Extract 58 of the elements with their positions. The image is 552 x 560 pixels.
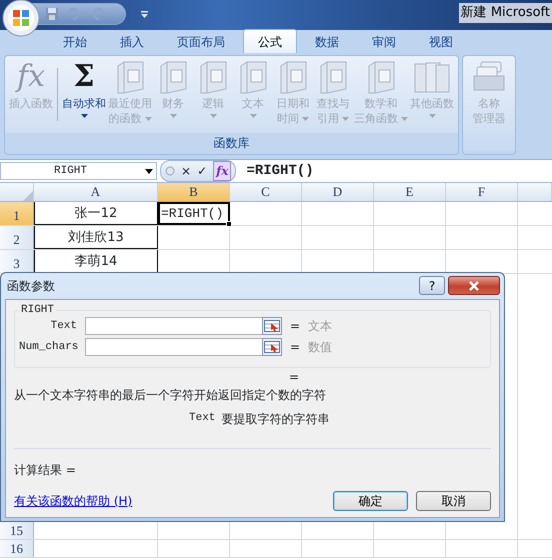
column-header[interactable]: C — [230, 183, 302, 201]
function-description: 从一个文本字符串的最后一个字符开始返回指定个数的字符 — [14, 387, 327, 404]
table-cell[interactable]: 张一12 — [34, 202, 158, 225]
ribbon-tab[interactable]: 页面布局 — [162, 29, 240, 53]
help-link[interactable]: 有关该函数的帮助 (H) — [14, 492, 132, 510]
group-label: 函数库 — [5, 133, 458, 154]
column-header[interactable]: F — [446, 183, 518, 201]
table-cell[interactable]: =RIGHT() — [158, 202, 230, 225]
collapse-dialog-button[interactable] — [262, 317, 282, 335]
table-cell[interactable]: 刘佳欣13 — [34, 226, 158, 249]
function-icon: Σ — [73, 60, 95, 96]
column-header[interactable]: B — [158, 183, 230, 201]
caret-icon[interactable] — [145, 168, 153, 174]
row-header[interactable]: 15 — [0, 522, 34, 539]
formula-field[interactable]: =RIGHT() — [236, 160, 314, 182]
collapse-dialog-button[interactable] — [262, 338, 282, 356]
enter-button[interactable]: ✓ — [197, 162, 208, 180]
row-header[interactable]: 2 — [0, 226, 34, 249]
range-select-icon — [264, 341, 280, 353]
argument-label: Num_chars — [19, 340, 80, 355]
dialog-button[interactable]: 确定 — [333, 491, 408, 511]
argument-description: 要提取字符的字符串 — [221, 411, 330, 428]
argument-input[interactable] — [85, 338, 263, 356]
column-header[interactable]: D — [302, 183, 374, 201]
help-button[interactable]: ? — [419, 276, 445, 295]
ribbon-tab[interactable]: 开始 — [48, 29, 102, 53]
ribbon-button[interactable]: Σ 自动求和 — [61, 56, 107, 133]
close-button[interactable] — [448, 276, 500, 295]
column-header[interactable]: E — [374, 183, 446, 201]
fill-handle[interactable] — [226, 221, 232, 227]
result-equals-sign: = — [289, 369, 300, 386]
close-icon — [468, 280, 480, 290]
function-icon: fx — [16, 60, 46, 96]
ribbon-tab[interactable]: 公式 — [243, 29, 297, 53]
row-header[interactable]: 1 — [0, 202, 34, 225]
cancel-button[interactable]: × — [181, 162, 192, 180]
calculation-result: 计算结果 = — [14, 462, 77, 479]
window-title: 新建 Microsoft — [458, 3, 552, 22]
ribbon-tab[interactable]: 数据 — [300, 29, 354, 53]
customize-caret-icon[interactable] — [140, 10, 149, 19]
row-header[interactable]: 16 — [0, 540, 34, 557]
equals-sign: = — [288, 339, 302, 356]
row-header[interactable]: 3 — [0, 250, 34, 273]
name-box[interactable]: RIGHT — [0, 162, 157, 180]
argument-type-hint: 文本 — [308, 318, 332, 335]
range-select-icon — [264, 320, 280, 332]
argument-label: Text — [50, 318, 78, 334]
argument-input[interactable] — [85, 317, 263, 335]
equals-sign: = — [288, 318, 302, 335]
ribbon-tab[interactable]: 插入 — [105, 29, 159, 53]
ribbon-tab[interactable]: 视图 — [414, 29, 468, 53]
dialog-button[interactable]: 取消 — [416, 491, 491, 511]
ribbon-tab[interactable]: 审阅 — [357, 29, 411, 53]
dialog-title: 函数参数 — [7, 278, 55, 295]
argument-type-hint: 数值 — [308, 339, 332, 356]
circle-icon — [165, 166, 175, 176]
argument-name: Text — [189, 411, 216, 426]
insert-function-button[interactable]: fx — [213, 161, 232, 181]
